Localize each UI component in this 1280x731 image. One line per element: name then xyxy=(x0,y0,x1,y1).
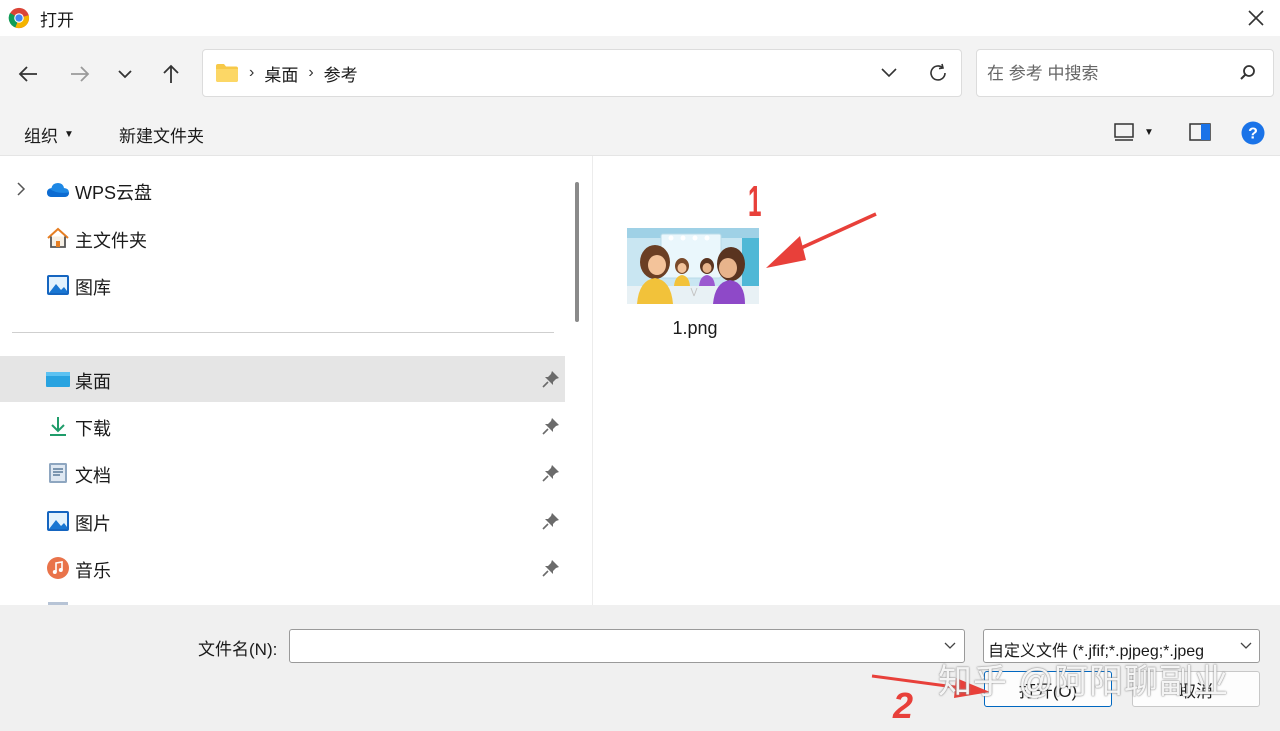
download-icon xyxy=(50,417,66,436)
command-bar: 组织 ▼ 新建文件夹 ▼ ? xyxy=(0,110,1280,156)
pin-icon xyxy=(542,465,559,482)
breadcrumb-separator: › xyxy=(249,64,255,81)
open-button[interactable]: 打开(O) xyxy=(984,671,1112,707)
filename-input[interactable] xyxy=(296,635,940,659)
new-folder-button[interactable]: 新建文件夹 xyxy=(119,122,204,147)
back-button[interactable] xyxy=(14,60,42,88)
view-layout-icon xyxy=(1114,123,1134,141)
sidebar-item-label: 主文件夹 xyxy=(75,231,147,251)
home-icon xyxy=(47,227,69,248)
open-button-label: 打开(O) xyxy=(1018,681,1078,701)
pin-icon xyxy=(542,418,559,435)
sidebar-divider xyxy=(12,332,554,333)
chevron-right-icon xyxy=(17,182,26,196)
sidebar-item-downloads[interactable]: 下载 xyxy=(0,403,565,449)
caret-down-icon: ▼ xyxy=(64,129,74,140)
address-history-button[interactable] xyxy=(879,62,899,87)
forward-button[interactable] xyxy=(66,60,94,88)
file-list: 1.png xyxy=(592,156,1280,605)
organize-label: 组织 xyxy=(24,127,58,146)
pin-icon xyxy=(542,560,559,577)
search-icon xyxy=(1240,65,1255,80)
file-type-select[interactable]: 自定义文件 (*.jfif;*.pjpeg;*.jpeg xyxy=(983,629,1260,663)
sidebar-item-gallery[interactable]: 图库 xyxy=(0,262,565,308)
help-icon: ? xyxy=(1241,121,1265,145)
chevron-down-icon xyxy=(1240,642,1252,649)
sidebar-item-label: 音乐 xyxy=(75,561,111,581)
sidebar-item-label: 桌面 xyxy=(75,372,111,392)
caret-down-icon: ▼ xyxy=(1144,126,1154,138)
folder-icon xyxy=(216,64,238,82)
file-item[interactable]: 1.png xyxy=(627,228,763,339)
search-box[interactable] xyxy=(976,49,1274,97)
sidebar-item-pictures[interactable]: 图片 xyxy=(0,498,565,544)
up-button[interactable] xyxy=(157,60,185,88)
search-input[interactable] xyxy=(985,60,1229,88)
new-folder-label: 新建文件夹 xyxy=(119,127,204,146)
chevron-down-icon xyxy=(881,68,897,78)
organize-button[interactable]: 组织 ▼ xyxy=(24,122,74,147)
sidebar-item-wps-cloud[interactable]: WPS云盘 xyxy=(0,167,565,213)
title-bar: 打开 xyxy=(0,0,1280,36)
breadcrumb-desktop[interactable]: 桌面 xyxy=(264,61,298,86)
sidebar-item-label: WPS云盘 xyxy=(75,183,153,203)
dialog-footer: 文件名(N): 自定义文件 (*.jfif;*.pjpeg;*.jpeg 打开(… xyxy=(0,605,1280,731)
chevron-down-icon xyxy=(118,70,132,79)
sidebar-item-label: 图库 xyxy=(75,278,111,298)
help-button[interactable]: ? xyxy=(1241,121,1265,145)
music-icon xyxy=(47,557,69,579)
recent-locations-button[interactable] xyxy=(111,60,139,88)
desktop-icon xyxy=(46,372,70,387)
pictures-icon xyxy=(47,511,69,531)
refresh-icon xyxy=(930,63,946,81)
cancel-button-label: 取消 xyxy=(1179,681,1213,701)
sidebar-item-documents[interactable]: 文档 xyxy=(0,450,565,496)
sidebar-item-label: 文档 xyxy=(75,466,111,486)
cancel-button[interactable]: 取消 xyxy=(1132,671,1260,707)
refresh-button[interactable] xyxy=(927,62,949,89)
navigation-bar: › 桌面 › 参考 xyxy=(0,36,1280,110)
chrome-icon xyxy=(8,7,30,29)
pin-icon xyxy=(542,371,559,388)
sidebar-item-label: 下载 xyxy=(75,419,111,439)
document-icon xyxy=(49,463,67,483)
sidebar-item-music[interactable]: 音乐 xyxy=(0,545,565,591)
navigation-pane: WPS云盘 主文件夹 图库 桌面 下载 文档 图片 音乐 xyxy=(0,156,590,605)
breadcrumb-reference[interactable]: 参考 xyxy=(324,61,358,86)
breadcrumb-separator: › xyxy=(308,64,314,81)
close-button[interactable] xyxy=(1242,4,1270,32)
image-thumbnail xyxy=(627,228,759,304)
svg-text:?: ? xyxy=(1248,126,1258,143)
arrow-left-icon xyxy=(18,66,37,82)
preview-pane-button[interactable] xyxy=(1189,123,1211,141)
sidebar-scrollbar[interactable] xyxy=(575,182,579,322)
arrow-right-icon xyxy=(71,66,90,82)
chevron-down-icon[interactable] xyxy=(944,641,956,651)
gallery-icon xyxy=(47,275,69,295)
file-name: 1.png xyxy=(672,318,718,338)
sidebar-item-label: 图片 xyxy=(75,514,111,534)
filename-label: 文件名(N): xyxy=(198,640,278,659)
file-type-value: 自定义文件 (*.jfif;*.pjpeg;*.jpeg xyxy=(988,643,1205,660)
cloud-icon xyxy=(47,183,69,197)
preview-pane-icon xyxy=(1189,123,1211,141)
window-title: 打开 xyxy=(40,10,74,30)
close-icon xyxy=(1248,10,1264,26)
address-bar[interactable]: › 桌面 › 参考 xyxy=(202,49,962,97)
filename-combobox[interactable] xyxy=(289,629,965,663)
view-options-button[interactable]: ▼ xyxy=(1114,123,1154,141)
arrow-up-icon xyxy=(163,64,179,83)
pin-icon xyxy=(542,513,559,530)
sidebar-item-home[interactable]: 主文件夹 xyxy=(0,215,565,261)
sidebar-item-desktop[interactable]: 桌面 xyxy=(0,356,565,402)
